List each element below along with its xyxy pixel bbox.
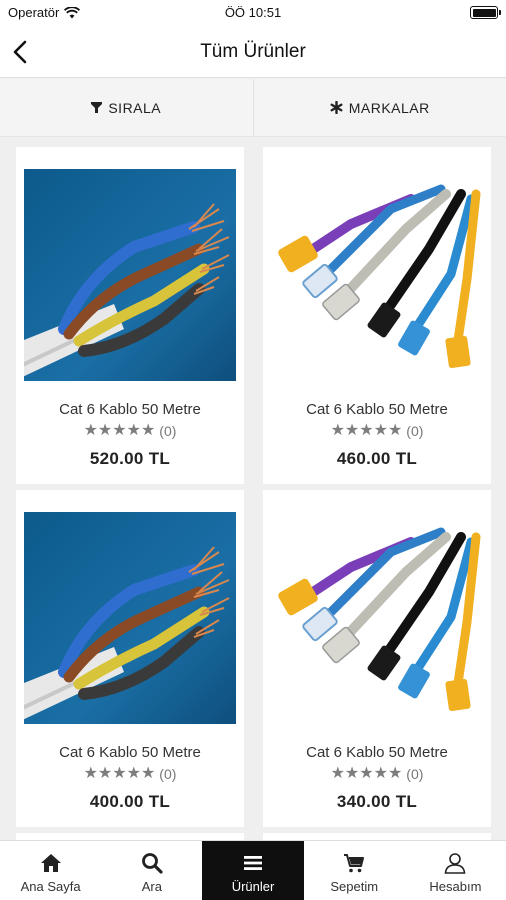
review-count: (0) [159,766,177,782]
product-price: 460.00 TL [336,449,418,468]
product-rating: ★ ★ ★ ★ ★ (0) [16,423,244,440]
menu-icon [244,856,262,870]
brands-button[interactable]: MARKALAR [254,79,506,136]
product-name: Cat 6 Kablo 50 Metre [59,744,201,761]
star-icon: ★ [83,422,98,439]
star-icon: ★ [359,422,374,439]
product-price: 520.00 TL [89,449,171,468]
cart-icon [344,854,365,873]
star-icon: ★ [140,422,156,439]
product-card[interactable]: Cat 6 Kablo 50 Metre ★ ★ ★ ★ ★ (0) 460.00 TL [263,147,491,484]
review-count: (0) [406,766,424,782]
rating-stars: ★ ★ ★ ★ ★ [84,423,156,439]
star-icon: ★ [330,765,345,782]
star-icon: ★ [97,422,113,439]
page-title: Tüm Ürünler [200,41,306,62]
rating-stars: ★ ★ ★ ★ ★ [84,766,156,782]
sort-button[interactable]: SIRALA [0,79,253,136]
tab-label: Ürünler [231,879,275,894]
product-name: Cat 6 Kablo 50 Metre [306,744,448,761]
battery-icon [470,6,501,19]
product-price: 340.00 TL [336,792,418,811]
review-count: (0) [406,423,424,439]
product-name: Cat 6 Kablo 50 Metre [306,401,448,418]
brands-label: MARKALAR [348,99,430,116]
sort-label: SIRALA [108,99,162,116]
product-grid: Cat 6 Kablo 50 Metre ★ ★ ★ ★ ★ (0) 520.00 TL [0,137,506,840]
filter-bar: SIRALA MARKALAR [0,79,506,137]
star-icon: ★ [359,765,374,782]
navigation-bar: Tüm Ürünler [0,26,506,78]
status-time: ÖÖ 10:51 [224,5,282,20]
star-icon: ★ [344,422,360,439]
home-icon [40,854,61,872]
status-bar: Operatör ÖÖ 10:51 [0,0,506,26]
product-image [271,169,483,381]
tab-label: Ana Sayfa [20,879,81,894]
star-icon: ★ [126,765,141,782]
product-card[interactable]: Cat 6 Kablo 50 Metre ★ ★ ★ ★ ★ (0) 340.00 TL [263,490,491,827]
tab-label: Ara [141,879,162,894]
asterisk-icon [330,101,343,114]
bottom-tab-bar: Ana Sayfa Ara Ürünler Sepetim Hesabım [0,840,506,900]
product-price: 400.00 TL [89,792,171,811]
product-image [24,169,236,381]
star-icon: ★ [373,422,388,439]
product-rating: ★ ★ ★ ★ ★ (0) [263,766,491,783]
product-image [271,512,483,724]
product-card[interactable]: Cat 6 Kablo 50 Metre ★ ★ ★ ★ ★ (0) 400.00 TL [16,490,244,827]
rating-stars: ★ ★ ★ ★ ★ [331,423,403,439]
rating-stars: ★ ★ ★ ★ ★ [331,766,403,782]
search-icon [141,853,163,874]
star-icon: ★ [344,765,360,782]
tab-search[interactable]: Ara [101,841,202,900]
star-icon: ★ [112,422,127,439]
star-icon: ★ [140,765,156,782]
star-icon: ★ [83,765,98,782]
tab-cart[interactable]: Sepetim [304,841,405,900]
tab-label: Sepetim [330,879,379,894]
star-icon: ★ [97,765,113,782]
product-card[interactable]: Cat 6 Kablo 50 Metre ★ ★ ★ ★ ★ (0) 520.00 TL [16,147,244,484]
product-card[interactable] [263,833,491,840]
star-icon: ★ [126,422,141,439]
tab-account[interactable]: Hesabım [405,841,506,900]
star-icon: ★ [373,765,388,782]
product-name: Cat 6 Kablo 50 Metre [59,401,201,418]
star-icon: ★ [112,765,127,782]
tab-products[interactable]: Ürünler [202,841,304,900]
product-card[interactable] [16,833,244,840]
tab-home[interactable]: Ana Sayfa [0,841,101,900]
tab-label: Hesabım [429,879,482,894]
review-count: (0) [159,423,177,439]
star-icon: ★ [387,422,403,439]
star-icon: ★ [330,422,345,439]
product-rating: ★ ★ ★ ★ ★ (0) [16,766,244,783]
product-rating: ★ ★ ★ ★ ★ (0) [263,423,491,440]
user-icon [445,853,466,874]
product-image [24,512,236,724]
filter-icon [91,102,103,113]
star-icon: ★ [387,765,403,782]
